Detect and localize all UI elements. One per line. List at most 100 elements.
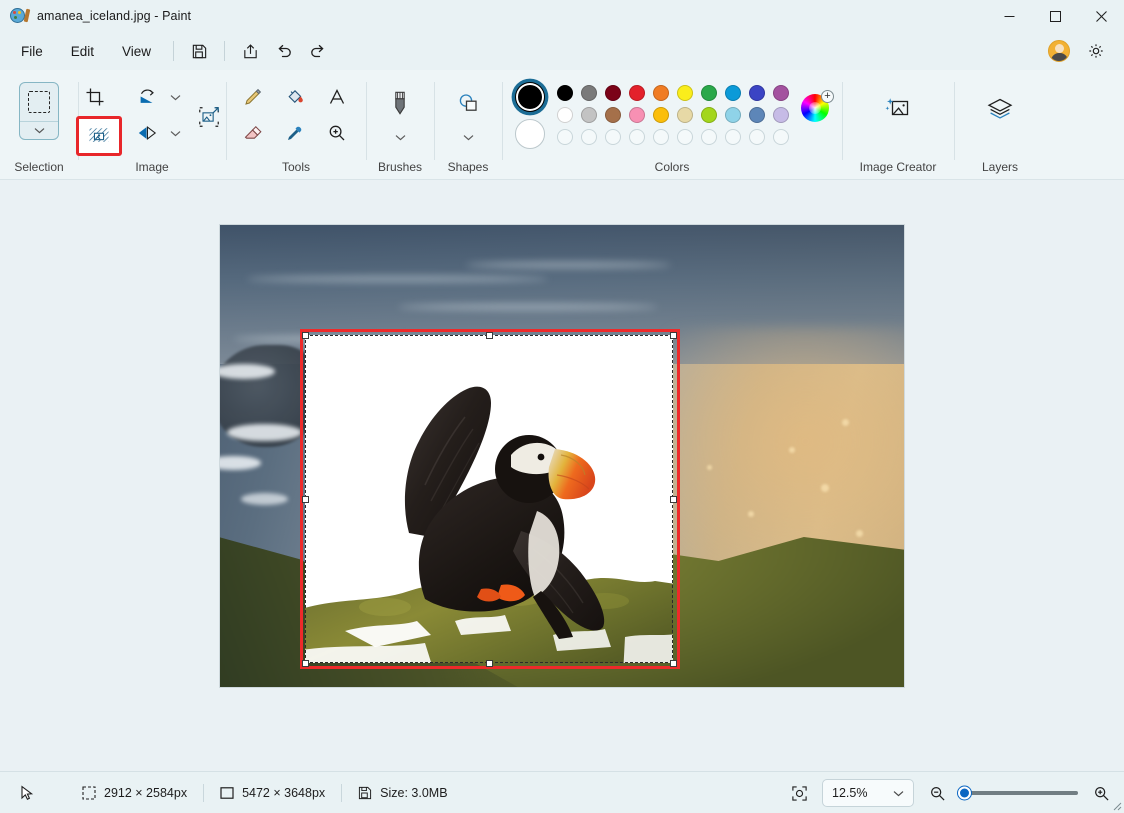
selection-handle-sw[interactable] (302, 660, 309, 667)
group-label-layers: Layers (954, 160, 1046, 174)
rotate-dropdown[interactable] (166, 80, 184, 114)
color-swatch-7a7a7a[interactable] (581, 85, 597, 101)
close-icon[interactable] (1078, 0, 1124, 32)
zoom-slider[interactable] (960, 791, 1078, 795)
marquee-icon[interactable] (20, 83, 58, 121)
gear-icon[interactable] (1080, 36, 1112, 66)
color-swatch-e3212b[interactable] (629, 85, 645, 101)
account-avatar[interactable] (1048, 40, 1070, 62)
color-swatch-000000[interactable] (557, 85, 573, 101)
fit-to-window-icon[interactable] (786, 780, 812, 806)
shapes-dropdown[interactable] (459, 120, 477, 154)
brushes-button[interactable] (381, 86, 419, 120)
rotate-button[interactable] (128, 80, 166, 114)
flip-button[interactable] (128, 116, 166, 150)
cursor-arrow-icon (14, 780, 40, 806)
selection-handle-n[interactable] (486, 332, 493, 339)
color-swatch-empty-3-8[interactable] (725, 129, 741, 145)
menu-file[interactable]: File (8, 38, 56, 65)
text-tool[interactable] (318, 80, 356, 114)
color-wheel-icon[interactable]: + (801, 94, 829, 122)
color-swatch-f07c24[interactable] (653, 85, 669, 101)
color-swatch-f790b3[interactable] (629, 107, 645, 123)
color-swatch-3b44c4[interactable] (749, 85, 765, 101)
color-swatch-7b0318[interactable] (605, 85, 621, 101)
color-swatch-empty-3-1[interactable] (557, 129, 573, 145)
menu-edit[interactable]: Edit (58, 38, 107, 65)
ribbon-group-image: Image (78, 74, 226, 180)
selection-size-icon (82, 786, 96, 800)
remove-background-button[interactable] (76, 116, 122, 156)
shapes-button[interactable] (449, 86, 487, 120)
undo-icon[interactable] (268, 36, 300, 66)
color-swatch-empty-3-9[interactable] (749, 129, 765, 145)
color-swatch-empty-3-4[interactable] (629, 129, 645, 145)
color-swatch-8fd3e8[interactable] (725, 107, 741, 123)
titlebar-right-tools (1048, 32, 1112, 70)
color-swatch-empty-3-2[interactable] (581, 129, 597, 145)
color-swatch-0b9ad8[interactable] (725, 85, 741, 101)
share-icon[interactable] (234, 36, 266, 66)
add-color-icon[interactable]: + (821, 90, 834, 103)
eraser-tool[interactable] (234, 116, 272, 150)
color-swatch-faed1b[interactable] (677, 85, 693, 101)
group-label-colors: Colors (502, 160, 842, 174)
color-swatch-a3d61c[interactable] (701, 107, 717, 123)
title-bar: amanea_iceland.jpg - Paint (0, 0, 1124, 32)
selection-handle-ne[interactable] (670, 332, 677, 339)
zoom-slider-thumb[interactable] (958, 787, 971, 800)
color-swatch-empty-3-10[interactable] (773, 129, 789, 145)
selection-handle-nw[interactable] (302, 332, 309, 339)
chevron-down-icon[interactable] (893, 790, 904, 797)
menu-view[interactable]: View (109, 38, 164, 65)
color-swatch-ffffff[interactable] (557, 107, 573, 123)
color-picker-tool[interactable] (276, 116, 314, 150)
color-row-3 (557, 129, 789, 145)
color-swatch-5d86b8[interactable] (749, 107, 765, 123)
puffin-cutout (305, 335, 673, 663)
selection-handle-e[interactable] (670, 496, 677, 503)
color-swatch-fbbe0b[interactable] (653, 107, 669, 123)
window-resize-grip[interactable] (1110, 799, 1122, 811)
image-creator-button[interactable] (875, 90, 921, 128)
color-swatch-a5704a[interactable] (605, 107, 621, 123)
rectangular-selection-button[interactable] (19, 82, 59, 140)
color-swatch-2aa84a[interactable] (701, 85, 717, 101)
image-size-value: 5472 × 3648px (242, 786, 325, 800)
selection-region[interactable] (305, 335, 673, 663)
selection-size-item: 2912 × 2584px (66, 780, 203, 806)
selection-dropdown[interactable] (20, 121, 58, 139)
redo-icon[interactable] (302, 36, 334, 66)
menu-divider-2 (224, 41, 225, 61)
brushes-dropdown[interactable] (391, 120, 409, 154)
color-swatch-c3c3c3[interactable] (581, 107, 597, 123)
fill-tool[interactable] (276, 80, 314, 114)
selection-handle-w[interactable] (302, 496, 309, 503)
color-swatch-a3529f[interactable] (773, 85, 789, 101)
magnifier-tool[interactable] (318, 116, 356, 150)
maximize-icon[interactable] (1032, 0, 1078, 32)
color-swatch-empty-3-7[interactable] (701, 129, 717, 145)
canvas-workspace[interactable] (0, 180, 1124, 771)
color-swatch-e7d9a6[interactable] (677, 107, 693, 123)
zoom-out-icon[interactable] (924, 780, 950, 806)
flip-dropdown[interactable] (166, 116, 184, 150)
resize-image-button[interactable] (190, 100, 228, 134)
color-swatch-empty-3-3[interactable] (605, 129, 621, 145)
selection-handle-s[interactable] (486, 660, 493, 667)
selection-handle-se[interactable] (670, 660, 677, 667)
image-canvas[interactable] (220, 225, 904, 687)
color-swatch-empty-3-5[interactable] (653, 129, 669, 145)
color-swatch-c6bbe6[interactable] (773, 107, 789, 123)
crop-button[interactable] (76, 80, 114, 114)
pencil-tool[interactable] (234, 80, 272, 114)
color-swatch-empty-3-6[interactable] (677, 129, 693, 145)
minimize-icon[interactable] (986, 0, 1032, 32)
save-icon[interactable] (183, 36, 215, 66)
secondary-color-swatch[interactable] (515, 119, 545, 149)
primary-color-swatch[interactable] (515, 82, 545, 112)
ribbon-group-selection: Selection (0, 74, 78, 180)
zoom-level-select[interactable]: 12.5% (822, 779, 914, 807)
ribbon-group-brushes: Brushes (366, 74, 434, 180)
layers-button[interactable] (977, 90, 1023, 128)
